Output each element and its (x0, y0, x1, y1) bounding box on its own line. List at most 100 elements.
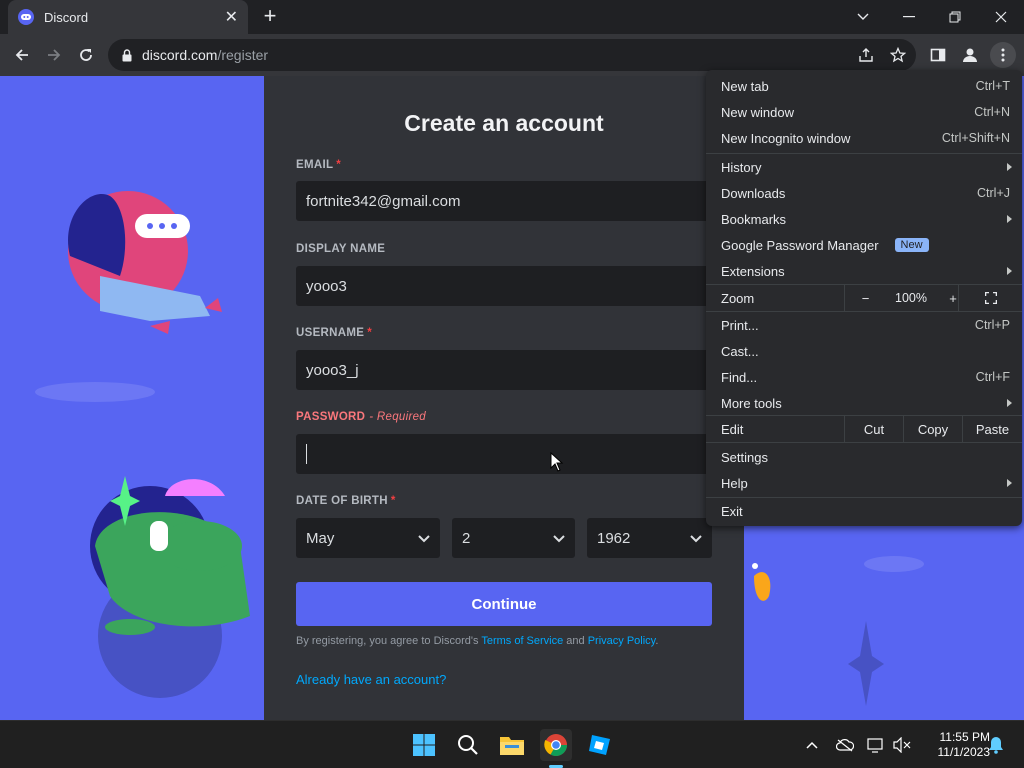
display-name-label: DISPLAY NAME (296, 243, 386, 255)
paste-button[interactable]: Paste (962, 416, 1022, 442)
terms-prefix: By registering, you agree to Discord's (296, 635, 482, 647)
cut-button[interactable]: Cut (844, 416, 903, 442)
submenu-arrow-icon (1007, 163, 1012, 171)
dob-month-value: May (306, 529, 335, 547)
new-badge: New (894, 238, 929, 252)
menu-item-find[interactable]: Find... Ctrl+F (706, 364, 1022, 390)
menu-label: New tab (721, 78, 769, 94)
chevron-up-icon[interactable] (802, 735, 822, 755)
tab-bar: Discord ✕ + (0, 0, 1024, 34)
password-field[interactable] (296, 434, 712, 474)
tab-title: Discord (44, 9, 89, 25)
display-name-field[interactable]: yooo3 (296, 266, 712, 306)
password-error-note: - Required (369, 411, 426, 423)
continue-button[interactable]: Continue (296, 582, 712, 626)
username-label-text: USERNAME (296, 327, 365, 339)
roblox-studio-icon[interactable] (584, 729, 616, 761)
menu-item-downloads[interactable]: Downloads Ctrl+J (706, 180, 1022, 206)
dob-month-select[interactable]: May (296, 518, 440, 558)
menu-item-new-tab[interactable]: New tab Ctrl+T (706, 73, 1022, 99)
close-tab-icon[interactable]: ✕ (225, 7, 238, 27)
menu-label: Find... (721, 369, 758, 385)
menu-label: New window (721, 104, 794, 120)
clock-date: 11/1/2023 (937, 745, 991, 759)
submenu-arrow-icon (1007, 215, 1012, 223)
minimize-button[interactable] (886, 0, 932, 34)
date-of-birth-label: DATE OF BIRTH * (296, 495, 396, 507)
fullscreen-icon[interactable] (958, 285, 1022, 311)
email-value: fortnite342@gmail.com (306, 192, 461, 210)
chevron-down-icon (418, 530, 430, 547)
menu-label: Bookmarks (721, 211, 787, 227)
close-window-button[interactable] (978, 0, 1024, 34)
lock-icon[interactable] (122, 48, 132, 62)
zoom-out-button[interactable]: − (844, 285, 886, 311)
submenu-arrow-icon (1007, 267, 1012, 275)
menu-item-exit[interactable]: Exit (706, 498, 1022, 524)
copy-button[interactable]: Copy (903, 416, 962, 442)
terms-of-service-link[interactable]: Terms of Service (481, 635, 563, 647)
tab-search-icon[interactable] (840, 0, 886, 34)
discord-favicon-icon (18, 9, 34, 25)
url-path: /register (217, 47, 269, 63)
search-icon[interactable] (452, 729, 484, 761)
terms-and: and (563, 635, 588, 647)
menu-item-new-window[interactable]: New window Ctrl+N (706, 99, 1022, 125)
back-arrow-icon[interactable] (10, 43, 34, 67)
restore-button[interactable] (932, 0, 978, 34)
menu-item-print[interactable]: Print... Ctrl+P (706, 312, 1022, 338)
display-name-value: yooo3 (306, 277, 347, 295)
tab-discord[interactable]: Discord ✕ (8, 0, 248, 34)
forward-arrow-icon[interactable] (42, 43, 66, 67)
file-explorer-icon[interactable] (496, 729, 528, 761)
notification-bell-icon[interactable] (986, 735, 1006, 755)
menu-shortcut: Ctrl+P (974, 318, 1010, 332)
zoom-level: 100% (895, 291, 927, 305)
menu-item-password-manager[interactable]: Google Password Manager New (706, 232, 1022, 258)
menu-shortcut: Ctrl+T (975, 79, 1010, 93)
network-icon[interactable] (866, 735, 886, 755)
menu-item-history[interactable]: History (706, 154, 1022, 180)
side-panel-icon[interactable] (926, 43, 950, 67)
menu-item-cast[interactable]: Cast... (706, 338, 1022, 364)
address-bar[interactable]: discord.com/register (108, 39, 916, 71)
onedrive-icon[interactable] (835, 735, 855, 755)
submenu-arrow-icon (1007, 479, 1012, 487)
clock-time: 11:55 PM (939, 730, 990, 744)
system-clock[interactable]: 11:55 PM 11/1/2023 (918, 730, 991, 760)
menu-item-help[interactable]: Help (706, 470, 1022, 496)
profile-icon[interactable] (958, 43, 982, 67)
mouse-cursor-icon (550, 452, 564, 472)
background-illustration-left (35, 191, 250, 698)
volume-muted-icon[interactable] (892, 735, 912, 755)
login-link[interactable]: Already have an account? (296, 672, 446, 687)
reload-icon[interactable] (74, 43, 98, 67)
menu-label: Zoom (721, 290, 755, 306)
email-field[interactable]: fortnite342@gmail.com (296, 181, 712, 221)
menu-item-more-tools[interactable]: More tools (706, 390, 1022, 416)
kebab-menu-icon[interactable] (990, 42, 1016, 68)
menu-label: Help (721, 475, 748, 491)
share-icon[interactable] (854, 43, 878, 67)
menu-item-extensions[interactable]: Extensions (706, 258, 1022, 284)
windows-taskbar: 11:55 PM 11/1/2023 (0, 720, 1024, 768)
username-label: USERNAME * (296, 327, 372, 339)
menu-item-new-incognito-window[interactable]: New Incognito window Ctrl+Shift+N (706, 125, 1022, 151)
menu-item-bookmarks[interactable]: Bookmarks (706, 206, 1022, 232)
username-field[interactable]: yooo3_j (296, 350, 712, 390)
menu-shortcut: Ctrl+N (974, 105, 1010, 119)
register-form-card: Create an account EMAIL * fortnite342@gma… (264, 76, 744, 720)
new-tab-button[interactable]: + (258, 5, 282, 29)
dob-required-mark: * (390, 495, 396, 507)
email-label-text: EMAIL (296, 159, 334, 171)
chrome-taskbar-icon[interactable] (540, 729, 572, 761)
menu-item-settings[interactable]: Settings (706, 444, 1022, 470)
dob-year-select[interactable]: 1962 (587, 518, 712, 558)
email-required-mark: * (336, 159, 342, 171)
dob-day-value: 2 (462, 529, 471, 547)
text-caret (306, 444, 307, 464)
dob-day-select[interactable]: 2 (452, 518, 575, 558)
privacy-policy-link[interactable]: Privacy Policy (588, 635, 656, 647)
windows-start-icon[interactable] (408, 729, 440, 761)
star-icon[interactable] (886, 43, 910, 67)
